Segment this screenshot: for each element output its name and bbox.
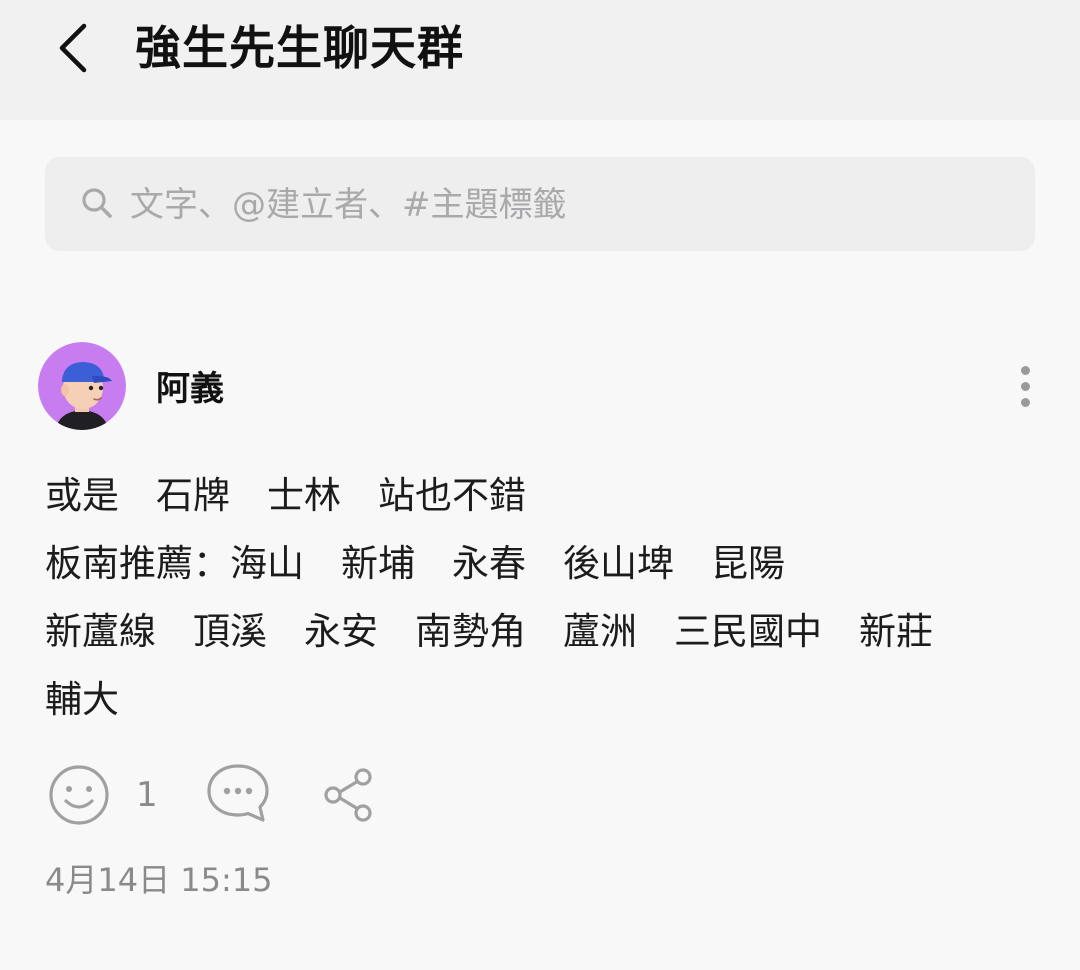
comment-button[interactable] [205, 762, 271, 826]
chevron-left-icon [59, 23, 87, 73]
more-options-button[interactable] [1005, 362, 1047, 412]
reaction-button[interactable] [48, 764, 110, 826]
more-vertical-icon-dot [1021, 382, 1030, 391]
more-vertical-icon-dot [1021, 398, 1030, 407]
avatar[interactable] [38, 342, 126, 430]
search-input[interactable] [130, 180, 1010, 230]
share-button[interactable] [322, 766, 378, 824]
post-content: 或是 石牌 士林 站也不錯 板南推薦：海山 新埔 永春 後山埤 昆陽 新蘆線 頂… [45, 474, 933, 721]
search-icon [82, 188, 112, 218]
comment-bubble-icon [207, 764, 269, 822]
smiley-icon [49, 765, 109, 825]
share-icon [324, 768, 372, 822]
back-button[interactable] [52, 18, 100, 78]
more-vertical-icon [1021, 366, 1030, 375]
page-title: 強生先生聊天群 [135, 21, 464, 75]
avatar-icon [38, 342, 126, 430]
reaction-count: 1 [136, 775, 158, 815]
post-author-name[interactable]: 阿義 [156, 366, 224, 412]
post-timestamp: 4月14日 15:15 [45, 861, 273, 899]
